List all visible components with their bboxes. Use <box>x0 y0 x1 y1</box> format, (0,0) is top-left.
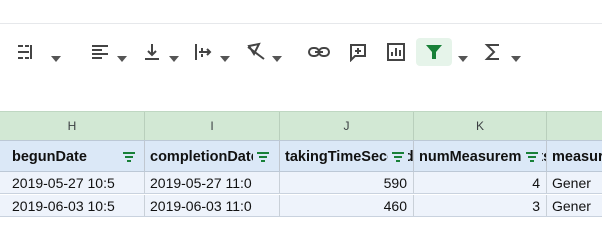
column-header-l[interactable] <box>547 112 602 140</box>
table-cell[interactable]: Gener <box>547 172 602 193</box>
chevron-down-icon[interactable] <box>117 49 127 67</box>
filter-icon[interactable] <box>388 147 408 167</box>
text-rotation-icon <box>245 42 267 62</box>
top-strip <box>0 0 602 24</box>
formula-bar-area <box>0 81 602 111</box>
table-cell[interactable]: 2019-05-27 10:5 <box>0 172 145 193</box>
chevron-down-icon[interactable] <box>169 49 179 67</box>
filter-icon <box>425 43 443 61</box>
filter-icon[interactable] <box>253 147 273 167</box>
text-direction-button[interactable] <box>190 38 216 66</box>
insert-link-icon <box>307 42 331 62</box>
insert-chart-icon <box>386 42 406 62</box>
table-cell[interactable]: 460 <box>280 195 414 216</box>
chevron-down-icon[interactable] <box>511 49 521 67</box>
functions-icon <box>484 42 502 62</box>
text-direction-icon <box>193 42 213 62</box>
chevron-down-icon[interactable] <box>51 49 61 67</box>
insert-comment-button[interactable] <box>344 38 372 66</box>
header-cell-begundate[interactable]: begunDate <box>0 141 145 171</box>
header-cell-nummeasurements[interactable]: numMeasurements <box>414 141 547 171</box>
filter-icon[interactable] <box>522 147 542 167</box>
table-cell[interactable]: 2019-05-27 11:0 <box>145 172 280 193</box>
horizontal-align-icon <box>90 42 110 62</box>
header-cell-measurementtype[interactable]: measurementType <box>547 141 602 171</box>
filter-button[interactable] <box>416 38 452 66</box>
table-cell[interactable]: 3 <box>414 195 547 216</box>
vertical-align-button[interactable] <box>139 38 165 66</box>
chevron-down-icon[interactable] <box>458 49 468 67</box>
filter-icon[interactable] <box>119 147 139 167</box>
column-header-j[interactable]: J <box>280 112 414 140</box>
header-cell-completiondate[interactable]: completionDate <box>145 141 280 171</box>
column-header-i[interactable]: I <box>145 112 280 140</box>
table-cell[interactable]: Gener <box>547 195 602 216</box>
chevron-down-icon[interactable] <box>272 49 282 67</box>
text-rotation-button[interactable] <box>242 38 270 66</box>
vertical-align-icon <box>142 42 162 62</box>
insert-link-button[interactable] <box>305 38 333 66</box>
header-row: begunDate completionDate takingTimeSecon… <box>0 140 602 172</box>
functions-button[interactable] <box>480 38 506 66</box>
insert-chart-button[interactable] <box>382 38 410 66</box>
header-cell-takingtimeseconds[interactable]: takingTimeSeconds <box>280 141 414 171</box>
text-wrap-icon <box>16 42 38 62</box>
table-row: 2019-06-03 10:5 2019-06-03 11:0 460 3 Ge… <box>0 195 602 217</box>
table-row: 2019-05-27 10:5 2019-05-27 11:0 590 4 Ge… <box>0 172 602 194</box>
insert-comment-icon <box>348 42 368 62</box>
table-cell[interactable]: 2019-06-03 10:5 <box>0 195 145 216</box>
column-header-k[interactable]: K <box>414 112 547 140</box>
horizontal-align-button[interactable] <box>86 38 114 66</box>
column-headers: H I J K <box>0 111 602 140</box>
table-cell[interactable]: 4 <box>414 172 547 193</box>
toolbar <box>0 25 602 81</box>
table-cell[interactable]: 590 <box>280 172 414 193</box>
chevron-down-icon[interactable] <box>220 49 230 67</box>
text-wrap-button[interactable] <box>12 38 42 66</box>
column-header-h[interactable]: H <box>0 112 145 140</box>
table-cell[interactable]: 2019-06-03 11:0 <box>145 195 280 216</box>
